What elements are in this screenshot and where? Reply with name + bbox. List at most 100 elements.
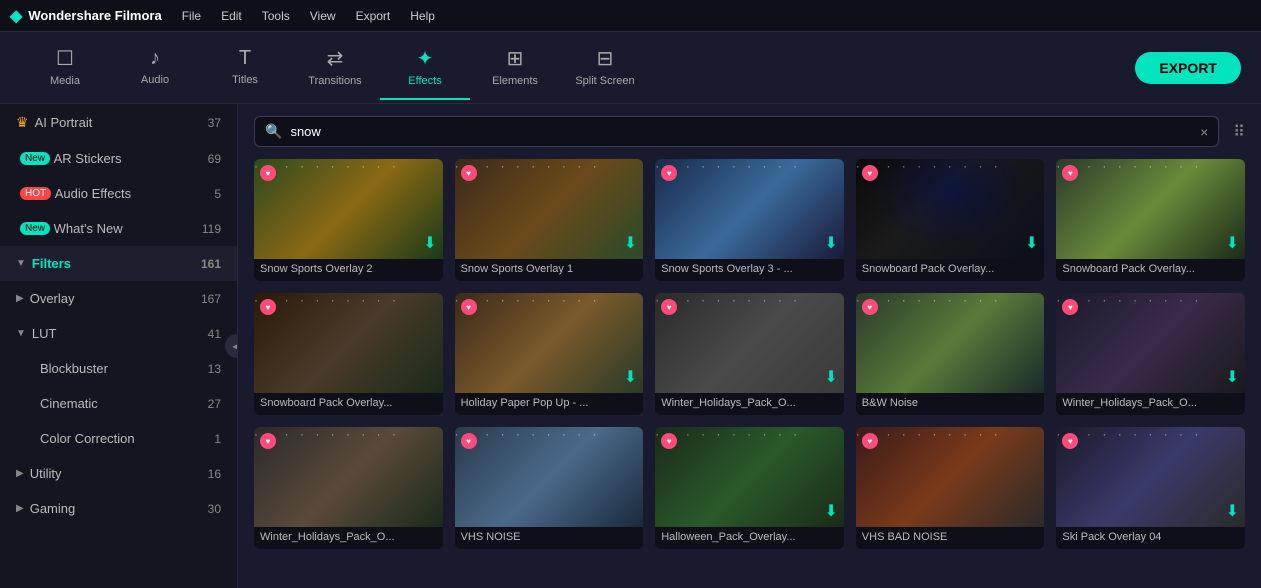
tool-audio[interactable]: ♪ Audio [110, 36, 200, 100]
effect-name-13: Halloween_Pack_Overlay... [655, 527, 844, 549]
download-icon-2[interactable]: ⬇ [624, 233, 637, 253]
sidebar-label-ar-stickers: AR Stickers [54, 151, 122, 166]
menu-tools[interactable]: Tools [262, 9, 290, 23]
effect-card-11[interactable]: ♥Winter_Holidays_Pack_O... [254, 427, 443, 549]
fav-icon-4[interactable]: ♥ [862, 165, 878, 181]
sidebar-item-filters[interactable]: ▼ Filters 161 [0, 246, 237, 281]
download-icon-15[interactable]: ⬇ [1226, 501, 1239, 521]
download-icon-7[interactable]: ⬇ [624, 367, 637, 387]
tool-elements-label: Elements [492, 75, 538, 87]
menu-help[interactable]: Help [410, 9, 435, 23]
fav-icon-14[interactable]: ♥ [862, 433, 878, 449]
sidebar-count-lut: 41 [208, 327, 221, 341]
fav-icon-1[interactable]: ♥ [260, 165, 276, 181]
effect-name-7: Holiday Paper Pop Up - ... [455, 393, 644, 415]
sidebar-item-lut[interactable]: ▼ LUT 41 [0, 316, 237, 351]
menu-file[interactable]: File [182, 9, 201, 23]
expand-overlay-icon: ▶ [16, 293, 24, 304]
clear-search-icon[interactable]: × [1200, 124, 1208, 140]
effect-card-15[interactable]: ♥⬇Ski Pack Overlay 04 [1056, 427, 1245, 549]
fav-icon-12[interactable]: ♥ [461, 433, 477, 449]
badge-new-whats: New [20, 222, 50, 235]
app-logo: ◆ Wondershare Filmora [10, 6, 162, 26]
expand-gaming-icon: ▶ [16, 503, 24, 514]
badge-new-ar: New [20, 152, 50, 165]
tool-titles[interactable]: T Titles [200, 36, 290, 100]
fav-icon-11[interactable]: ♥ [260, 433, 276, 449]
sidebar-label-filters: Filters [32, 256, 71, 271]
tool-media-label: Media [50, 75, 80, 87]
menu-export[interactable]: Export [356, 9, 391, 23]
fav-icon-6[interactable]: ♥ [260, 299, 276, 315]
effect-card-6[interactable]: ♥Snowboard Pack Overlay... [254, 293, 443, 415]
sidebar-item-overlay[interactable]: ▶ Overlay 167 [0, 281, 237, 316]
search-bar: 🔍 × ⠿ [238, 104, 1261, 159]
sidebar-item-gaming[interactable]: ▶ Gaming 30 [0, 491, 237, 526]
effect-card-10[interactable]: ♥⬇Winter_Holidays_Pack_O... [1056, 293, 1245, 415]
download-icon-3[interactable]: ⬇ [824, 233, 837, 253]
elements-icon: ⊞ [507, 46, 524, 71]
effect-name-8: Winter_Holidays_Pack_O... [655, 393, 844, 415]
sidebar-label-audio-effects: Audio Effects [55, 186, 131, 201]
effect-card-9[interactable]: ♥B&W Noise [856, 293, 1045, 415]
sidebar-item-blockbuster[interactable]: Blockbuster 13 [0, 351, 237, 386]
effect-card-4[interactable]: ♥ ⬇ Snowboard Pack Overlay... [856, 159, 1045, 281]
audio-icon: ♪ [150, 47, 160, 70]
download-icon-8[interactable]: ⬇ [824, 367, 837, 387]
download-icon-5[interactable]: ⬇ [1226, 233, 1239, 253]
sidebar-item-utility[interactable]: ▶ Utility 16 [0, 456, 237, 491]
fav-icon-2[interactable]: ♥ [461, 165, 477, 181]
search-input[interactable] [290, 124, 1192, 139]
effect-card-8[interactable]: ♥⬇Winter_Holidays_Pack_O... [655, 293, 844, 415]
menu-view[interactable]: View [310, 9, 336, 23]
app-name: Wondershare Filmora [28, 8, 161, 23]
tool-split-screen[interactable]: ⊟ Split Screen [560, 36, 650, 100]
effect-name-4: Snowboard Pack Overlay... [856, 259, 1045, 281]
tool-elements[interactable]: ⊞ Elements [470, 36, 560, 100]
effect-card-14[interactable]: ♥VHS BAD NOISE [856, 427, 1045, 549]
effect-name-12: VHS NOISE [455, 527, 644, 549]
sidebar-item-ar-stickers[interactable]: New AR Stickers 69 [0, 141, 237, 176]
sidebar-label-lut: LUT [32, 326, 57, 341]
effect-card-3[interactable]: ♥⬇Snow Sports Overlay 3 - ... [655, 159, 844, 281]
expand-filters-icon: ▼ [16, 258, 26, 269]
sidebar-item-color-correction[interactable]: Color Correction 1 [0, 421, 237, 456]
effect-card-13[interactable]: ♥⬇Halloween_Pack_Overlay... [655, 427, 844, 549]
content-area: 🔍 × ⠿ ♥⬇Snow Sports Overlay 2♥⬇Snow Spor… [238, 104, 1261, 588]
download-icon-4[interactable]: ⬇ [1025, 233, 1038, 253]
search-input-wrap: 🔍 × [254, 116, 1219, 147]
grid-view-icon[interactable]: ⠿ [1233, 122, 1245, 142]
effects-icon: ✦ [417, 46, 434, 71]
sidebar-count-cinematic: 27 [208, 397, 221, 411]
sidebar-item-whats-new[interactable]: New What's New 119 [0, 211, 237, 246]
tool-audio-label: Audio [141, 74, 169, 86]
download-icon-1[interactable]: ⬇ [423, 233, 436, 253]
download-icon-10[interactable]: ⬇ [1226, 367, 1239, 387]
effect-card-5[interactable]: ♥⬇Snowboard Pack Overlay... [1056, 159, 1245, 281]
fav-icon-9[interactable]: ♥ [862, 299, 878, 315]
sidebar-label-blockbuster: Blockbuster [40, 361, 108, 376]
effect-card-7[interactable]: ♥ ⬇ Holiday Paper Pop Up - ... [455, 293, 644, 415]
effect-card-12[interactable]: ♥ VHS NOISE [455, 427, 644, 549]
effect-card-2[interactable]: ♥⬇Snow Sports Overlay 1 [455, 159, 644, 281]
sidebar-item-ai-portrait[interactable]: ♛ AI Portrait 37 [0, 104, 237, 141]
download-icon-13[interactable]: ⬇ [824, 501, 837, 521]
effect-card-1[interactable]: ♥⬇Snow Sports Overlay 2 [254, 159, 443, 281]
sidebar-item-cinematic[interactable]: Cinematic 27 [0, 386, 237, 421]
main-content: ♛ AI Portrait 37 New AR Stickers 69 HOT … [0, 104, 1261, 588]
tool-effects[interactable]: ✦ Effects [380, 36, 470, 100]
expand-utility-icon: ▶ [16, 468, 24, 479]
tool-transitions[interactable]: ⇄ Transitions [290, 36, 380, 100]
badge-hot-audio: HOT [20, 187, 51, 200]
menu-edit[interactable]: Edit [221, 9, 242, 23]
sidebar-item-audio-effects[interactable]: HOT Audio Effects 5 [0, 176, 237, 211]
sidebar-count-ai-portrait: 37 [208, 116, 221, 130]
export-button[interactable]: EXPORT [1135, 52, 1241, 84]
search-icon: 🔍 [265, 123, 282, 140]
effect-name-10: Winter_Holidays_Pack_O... [1056, 393, 1245, 415]
effect-name-15: Ski Pack Overlay 04 [1056, 527, 1245, 549]
split-screen-icon: ⊟ [597, 46, 614, 71]
tool-media[interactable]: ☐ Media [20, 36, 110, 100]
toolbar: ☐ Media ♪ Audio T Titles ⇄ Transitions ✦… [0, 32, 1261, 104]
fav-icon-7[interactable]: ♥ [461, 299, 477, 315]
